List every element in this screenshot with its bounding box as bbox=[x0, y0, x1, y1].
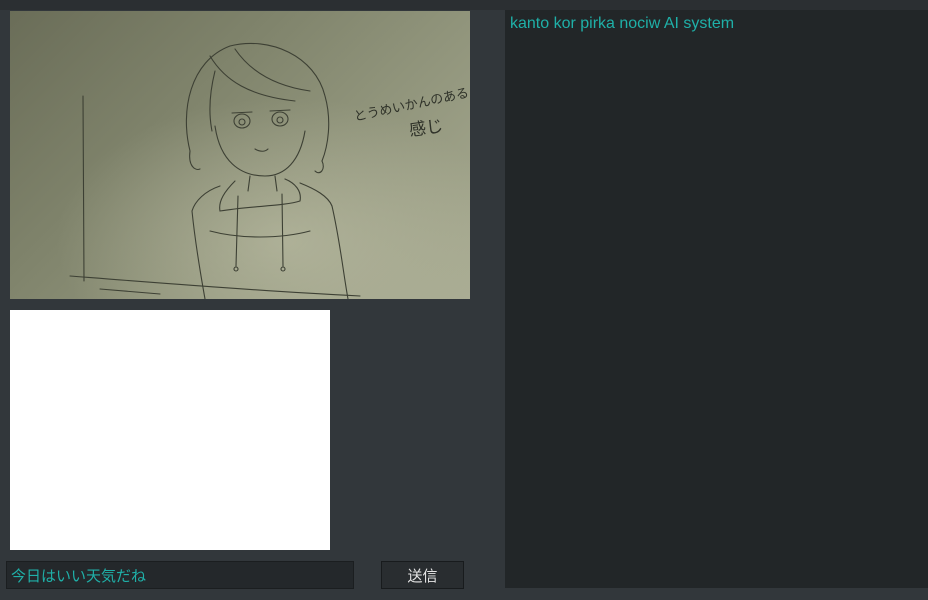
top-bar bbox=[0, 0, 928, 10]
camera-image: とうめいかんのある 感じ bbox=[10, 11, 470, 299]
send-button[interactable]: 送信 bbox=[381, 561, 464, 589]
message-input[interactable] bbox=[6, 561, 354, 589]
chat-log-title: kanto kor pirka nociw AI system bbox=[510, 15, 735, 32]
chat-log-panel[interactable]: kanto kor pirka nociw AI system bbox=[505, 10, 928, 588]
canvas-panel bbox=[10, 310, 330, 550]
